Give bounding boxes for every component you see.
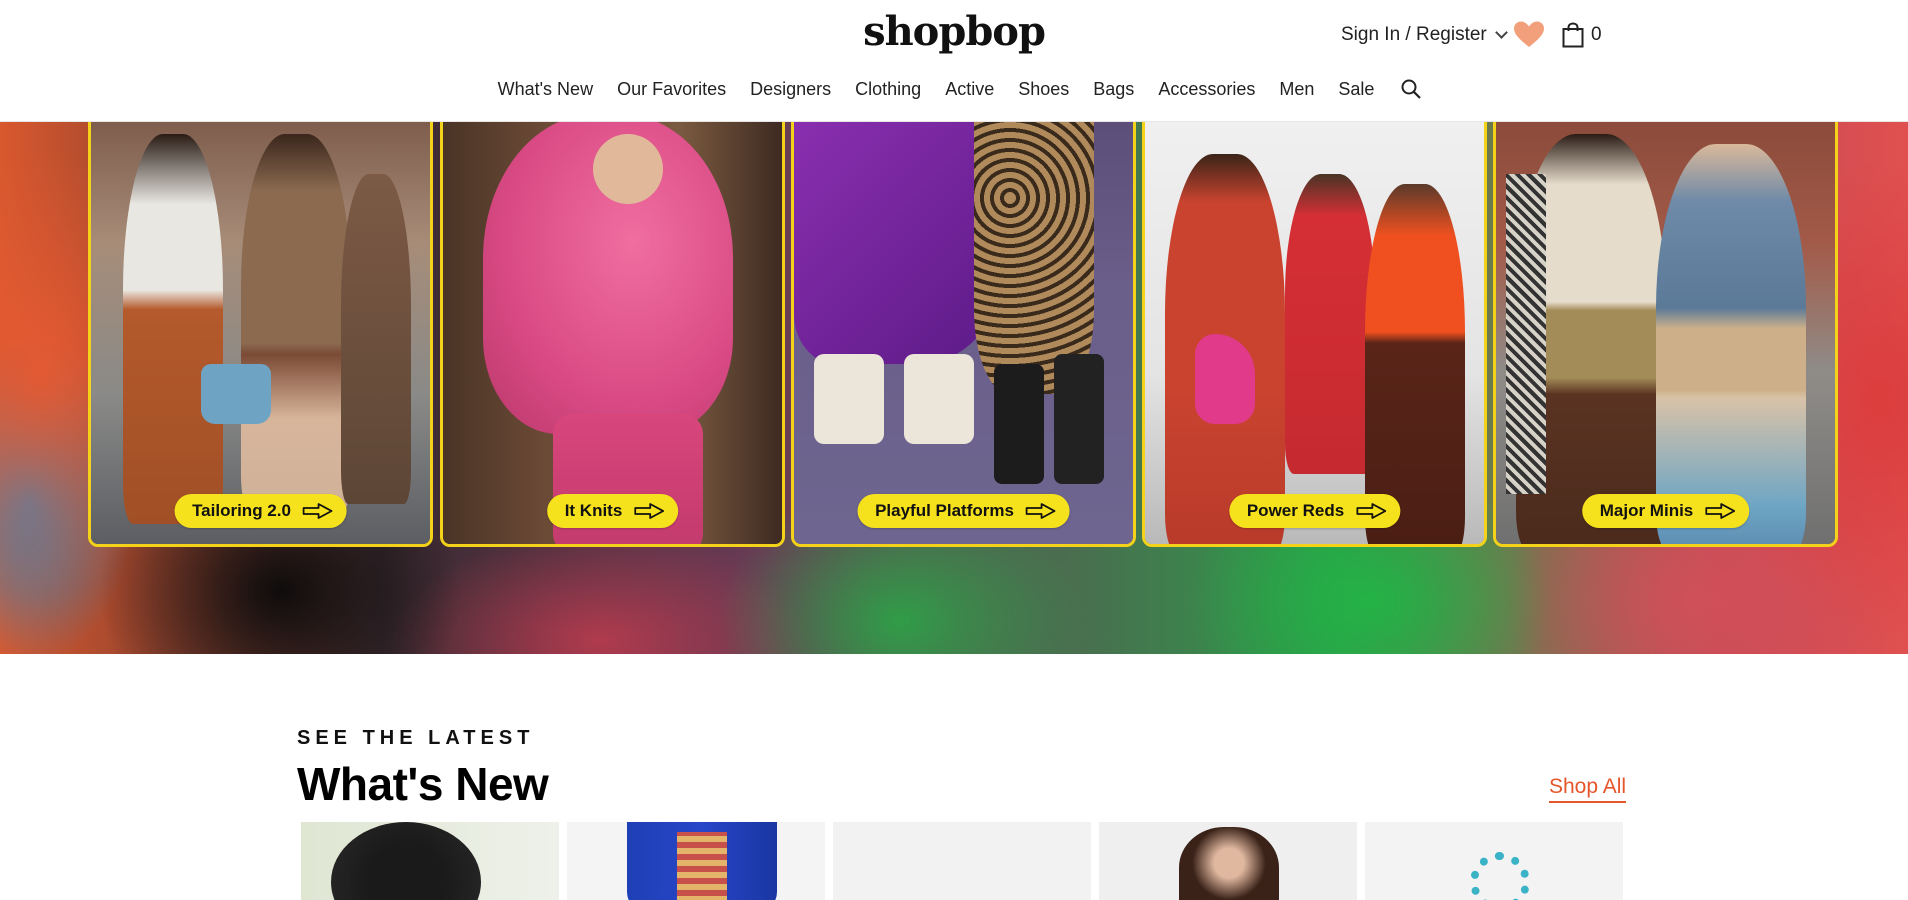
section-eyebrow: SEE THE LATEST <box>297 727 535 749</box>
category-tile-platforms[interactable]: Playful Platforms <box>791 121 1136 547</box>
tile-label-pill[interactable]: Power Reds <box>1228 494 1401 528</box>
section-title: What's New <box>297 758 549 810</box>
bag-count[interactable]: 0 <box>1591 24 1602 46</box>
tile-photo <box>91 121 430 544</box>
arrow-right-icon <box>634 503 665 519</box>
tile-label: Tailoring 2.0 <box>192 501 291 520</box>
main-nav: What's New Our Favorites Designers Cloth… <box>0 78 1908 100</box>
sign-in-register-link[interactable]: Sign In / Register <box>1341 24 1508 46</box>
account-label: Sign In / Register <box>1341 24 1487 45</box>
tile-label-pill[interactable]: Major Minis <box>1581 494 1750 528</box>
heart-icon[interactable] <box>1513 20 1545 48</box>
shopping-bag-icon[interactable] <box>1562 22 1584 48</box>
nav-clothing[interactable]: Clothing <box>855 79 921 100</box>
arrow-right-icon <box>1705 503 1736 519</box>
product-card[interactable] <box>1099 822 1357 900</box>
product-card[interactable] <box>833 822 1091 900</box>
product-card[interactable] <box>301 822 559 900</box>
product-card[interactable] <box>1365 822 1623 900</box>
category-tile-tailoring[interactable]: Tailoring 2.0 <box>88 121 433 547</box>
nav-men[interactable]: Men <box>1279 79 1314 100</box>
product-card[interactable] <box>567 822 825 900</box>
shopbop-logo[interactable]: shopbop <box>0 8 1908 55</box>
arrow-right-icon <box>303 503 333 519</box>
site-header: shopbop Sign In / Register 0 What's New … <box>0 0 1908 121</box>
nav-bags[interactable]: Bags <box>1093 79 1134 100</box>
category-tile-knits[interactable]: It Knits <box>440 121 785 547</box>
tile-photo <box>443 121 782 544</box>
category-tile-power-reds[interactable]: Power Reds <box>1142 121 1487 547</box>
tile-label: Playful Platforms <box>875 501 1014 520</box>
tile-photo <box>1496 121 1835 544</box>
tile-label: Major Minis <box>1599 501 1694 520</box>
hero-banner: Tailoring 2.0 It Knits Playful Platforms <box>0 121 1908 654</box>
tile-label-pill[interactable]: It Knits <box>546 494 679 528</box>
nav-shoes[interactable]: Shoes <box>1018 79 1069 100</box>
shop-all-link[interactable]: Shop All <box>1549 775 1627 803</box>
tile-label-pill[interactable]: Playful Platforms <box>857 494 1070 528</box>
arrow-right-icon <box>1356 503 1387 519</box>
arrow-right-icon <box>1026 503 1056 519</box>
nav-accessories[interactable]: Accessories <box>1158 79 1255 100</box>
nav-sale[interactable]: Sale <box>1338 79 1374 100</box>
nav-whats-new[interactable]: What's New <box>498 79 593 100</box>
tile-label: Power Reds <box>1246 501 1345 520</box>
tile-label: It Knits <box>564 501 623 520</box>
nav-our-favorites[interactable]: Our Favorites <box>617 79 726 100</box>
product-carousel <box>301 822 1623 900</box>
tile-label-pill[interactable]: Tailoring 2.0 <box>174 494 347 528</box>
search-icon[interactable] <box>1400 78 1422 100</box>
nav-designers[interactable]: Designers <box>750 79 831 100</box>
category-tile-major-minis[interactable]: Major Minis <box>1493 121 1838 547</box>
nav-active[interactable]: Active <box>945 79 994 100</box>
chevron-down-icon <box>1494 25 1508 39</box>
tile-photo <box>794 121 1133 544</box>
tile-photo <box>1145 121 1484 544</box>
